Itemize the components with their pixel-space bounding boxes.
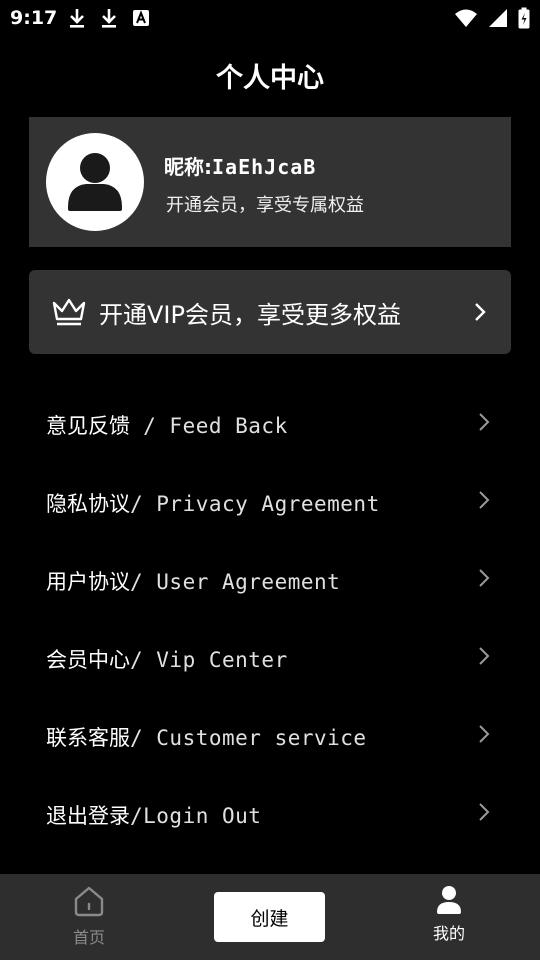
menu-item-logout[interactable]: 退出登录/Login Out — [0, 774, 540, 852]
menu-item-label-en: / Vip Center — [130, 648, 288, 672]
menu-item-label-cn: 意见反馈 — [46, 414, 130, 438]
vip-banner-button[interactable]: 开通VIP会员，享受更多权益 — [29, 270, 511, 354]
download-icon — [70, 9, 84, 28]
profile-subtitle: 开通会员，享受专属权益 — [166, 195, 364, 216]
menu-item-label: 联系客服/ Customer service — [46, 722, 367, 752]
status-time: 9:17 — [10, 7, 58, 29]
menu-item-label-cn: 用户协议 — [46, 570, 130, 594]
tab-home[interactable]: 首页 — [49, 884, 129, 954]
menu-item-label: 退出登录/Login Out — [46, 800, 261, 830]
menu-item-vip-center[interactable]: 会员中心/ Vip Center — [0, 618, 540, 696]
menu-item-label: 用户协议/ User Agreement — [46, 566, 340, 596]
profile-card[interactable]: 昵称: IaEhJcaB 开通会员，享受专属权益 — [29, 117, 511, 247]
screen: 9:17 个人中心 昵称: IaEhJcaB 开通会员，享受专属权益 开通VIP… — [0, 0, 540, 960]
page-title: 个人中心 — [216, 63, 324, 94]
menu-item-feedback[interactable]: 意见反馈 / Feed Back — [0, 384, 540, 462]
menu-item-customer-service[interactable]: 联系客服/ Customer service — [0, 696, 540, 774]
menu-item-label-en: / Privacy Agreement — [130, 492, 380, 516]
menu-item-label-cn: 退出登录 — [46, 804, 130, 828]
user-avatar-icon[interactable] — [46, 133, 144, 231]
user-icon — [437, 886, 461, 914]
tab-mine-label: 我的 — [432, 924, 465, 943]
menu-item-label-en: / Feed Back — [130, 414, 288, 438]
battery-icon — [518, 7, 530, 29]
menu-item-label-cn: 会员中心 — [46, 648, 130, 672]
status-notification-icons — [68, 8, 150, 28]
crown-icon — [52, 298, 86, 326]
vip-banner-text: 开通VIP会员，享受更多权益 — [99, 301, 401, 329]
status-bar: 9:17 — [0, 0, 540, 36]
menu-item-label-cn: 联系客服 — [46, 726, 130, 750]
chevron-right-icon — [479, 803, 490, 821]
menu-item-label-en: /Login Out — [130, 804, 262, 828]
tab-mine[interactable]: 我的 — [409, 884, 489, 954]
nickname-label: 昵称: — [164, 155, 212, 179]
menu-item-label-en: / User Agreement — [130, 570, 341, 594]
chevron-right-icon — [479, 725, 490, 743]
bottom-nav: 首页 创建 我的 — [0, 874, 540, 960]
chevron-right-icon — [479, 647, 490, 665]
tab-home-label: 首页 — [72, 928, 105, 947]
menu-item-label: 隐私协议/ Privacy Agreement — [46, 488, 380, 518]
chevron-right-icon — [479, 413, 490, 431]
nickname: 昵称: IaEhJcaB — [164, 151, 316, 180]
home-icon — [74, 886, 104, 917]
wifi-icon — [455, 9, 477, 27]
download-icon — [102, 9, 116, 28]
menu-item-label: 意见反馈 / Feed Back — [46, 410, 288, 440]
menu-item-user-agreement[interactable]: 用户协议/ User Agreement — [0, 540, 540, 618]
menu-item-label-cn: 隐私协议 — [46, 492, 130, 516]
chevron-right-icon — [479, 491, 490, 509]
nickname-value: IaEhJcaB — [212, 155, 317, 179]
status-system-icons — [454, 7, 530, 29]
chevron-right-icon — [479, 569, 490, 587]
menu-item-label: 会员中心/ Vip Center — [46, 644, 288, 674]
chevron-right-icon — [475, 303, 486, 321]
menu-item-label-en: / Customer service — [130, 726, 367, 750]
create-button[interactable]: 创建 — [214, 892, 325, 942]
font-app-icon — [133, 10, 149, 26]
menu-item-privacy-agreement[interactable]: 隐私协议/ Privacy Agreement — [0, 462, 540, 540]
signal-icon — [489, 9, 507, 27]
